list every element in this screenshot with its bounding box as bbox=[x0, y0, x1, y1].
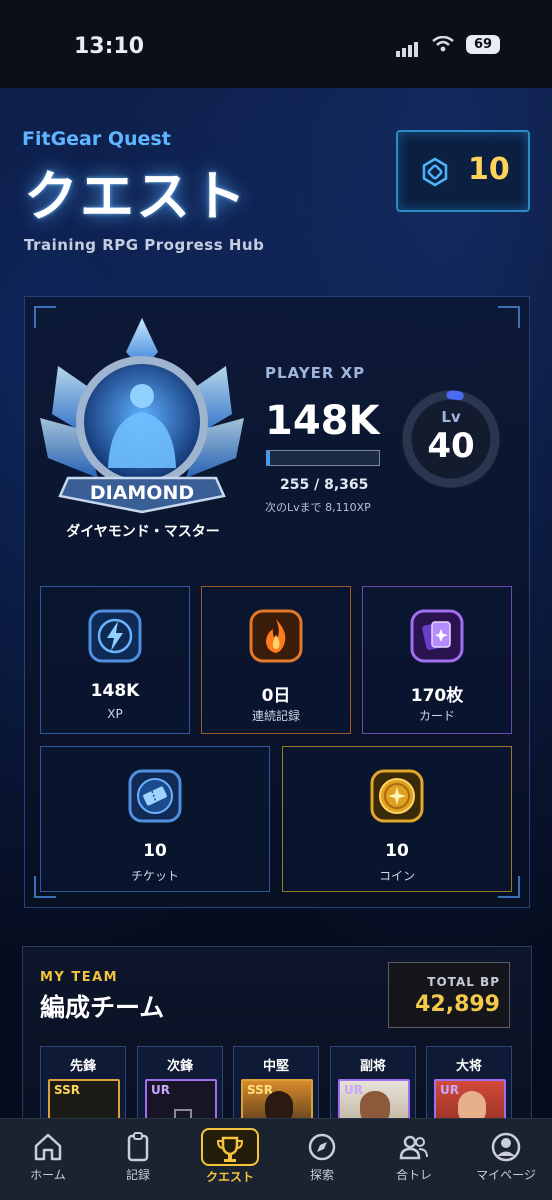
tab-label: マイページ bbox=[476, 1168, 536, 1182]
quest-screen: 13:10 69 FitGear Quest クエスト Training RPG… bbox=[0, 0, 552, 1200]
panel-corner bbox=[498, 306, 520, 328]
stat-label: カード bbox=[418, 709, 455, 723]
trophy-icon bbox=[216, 1136, 244, 1162]
xp-progress-fill bbox=[267, 451, 271, 465]
tab-label: 記録 bbox=[125, 1168, 150, 1182]
xp-progress-text: 255 / 8,365 bbox=[280, 477, 369, 493]
slot-position: 次鋒 bbox=[166, 1059, 193, 1074]
stat-label: チケット bbox=[130, 869, 179, 883]
tab-label: 探索 bbox=[309, 1168, 334, 1182]
stat-value: 10 bbox=[385, 841, 409, 861]
profile-icon bbox=[491, 1132, 521, 1162]
wifi-icon bbox=[432, 36, 454, 52]
tab-explore[interactable]: 探索 bbox=[282, 1128, 362, 1192]
tab-label: クエスト bbox=[205, 1170, 254, 1184]
player-xp-value: 148K bbox=[265, 398, 380, 444]
tab-label: 合トレ bbox=[395, 1168, 432, 1182]
level-number: 40 bbox=[427, 426, 475, 466]
tab-label: ホーム bbox=[30, 1168, 66, 1182]
tab-quest[interactable]: クエスト bbox=[190, 1128, 270, 1192]
stat-value: 0日 bbox=[261, 686, 291, 706]
total-bp-label: TOTAL BP bbox=[427, 975, 500, 989]
cards-icon bbox=[410, 609, 464, 663]
flame-icon bbox=[249, 609, 303, 663]
level-label: Lv bbox=[441, 408, 461, 426]
xp-progress-bar bbox=[266, 450, 380, 466]
stat-label: XP bbox=[107, 707, 123, 721]
stat-value: 10 bbox=[143, 841, 167, 861]
next-level-text: 次のLvまで 8,110XP bbox=[265, 501, 371, 514]
home-icon bbox=[34, 1133, 62, 1161]
active-tab-highlight bbox=[201, 1128, 259, 1166]
stat-label: コイン bbox=[378, 869, 415, 883]
player-xp-label: PLAYER XP bbox=[265, 364, 366, 382]
rarity-badge: UR bbox=[344, 1083, 363, 1097]
coin-icon bbox=[370, 769, 424, 823]
rank-name: ダイヤモンド・マスター bbox=[66, 524, 220, 540]
total-bp-value: 42,899 bbox=[415, 992, 500, 1017]
stat-card-streak[interactable]: 0日 連続記録 bbox=[201, 586, 351, 734]
compass-icon bbox=[308, 1133, 336, 1161]
signal-icon bbox=[396, 38, 420, 57]
people-icon bbox=[399, 1135, 428, 1160]
stat-value: 148K bbox=[90, 681, 140, 701]
tab-records[interactable]: 記録 bbox=[98, 1128, 178, 1192]
page-subtitle: Training RPG Progress Hub bbox=[24, 236, 265, 254]
status-bar: 13:10 69 bbox=[0, 0, 552, 88]
battery-indicator: 69 bbox=[466, 35, 500, 54]
slot-position: 中堅 bbox=[262, 1059, 289, 1074]
rarity-badge: UR bbox=[151, 1083, 170, 1097]
team-kicker: MY TEAM bbox=[40, 970, 119, 985]
slot-position: 大将 bbox=[455, 1059, 482, 1074]
ticket-counter-button[interactable]: 10 bbox=[396, 130, 530, 212]
rarity-badge: UR bbox=[440, 1083, 459, 1097]
stat-label: 連続記録 bbox=[251, 709, 300, 723]
diamond-rank-emblem: DIAMOND bbox=[40, 318, 244, 514]
ticket-icon bbox=[128, 769, 182, 823]
stat-card-tickets[interactable]: 10 チケット bbox=[40, 746, 270, 892]
tab-home[interactable]: ホーム bbox=[8, 1128, 88, 1192]
tab-group-training[interactable]: 合トレ bbox=[374, 1128, 454, 1192]
brand-name: FitGear Quest bbox=[22, 128, 171, 150]
tab-my-page[interactable]: マイページ bbox=[466, 1128, 546, 1192]
stat-card-coins[interactable]: 10 コイン bbox=[282, 746, 512, 892]
badge-rank-text: DIAMOND bbox=[90, 482, 194, 504]
ticket-icon bbox=[422, 157, 448, 187]
team-title: 編成チーム bbox=[40, 993, 165, 1022]
clipboard-icon bbox=[127, 1132, 149, 1162]
lightning-icon bbox=[88, 609, 142, 663]
ticket-count: 10 bbox=[468, 152, 510, 187]
status-time: 13:10 bbox=[74, 34, 145, 59]
slot-position: 副将 bbox=[359, 1059, 386, 1074]
rarity-badge: SSR bbox=[54, 1083, 80, 1097]
page-title: クエスト bbox=[24, 165, 248, 228]
stat-value: 170枚 bbox=[410, 686, 464, 706]
slot-position: 先鋒 bbox=[69, 1059, 96, 1074]
stat-card-cards[interactable]: 170枚 カード bbox=[362, 586, 512, 734]
stat-card-xp[interactable]: 148K XP bbox=[40, 586, 190, 734]
